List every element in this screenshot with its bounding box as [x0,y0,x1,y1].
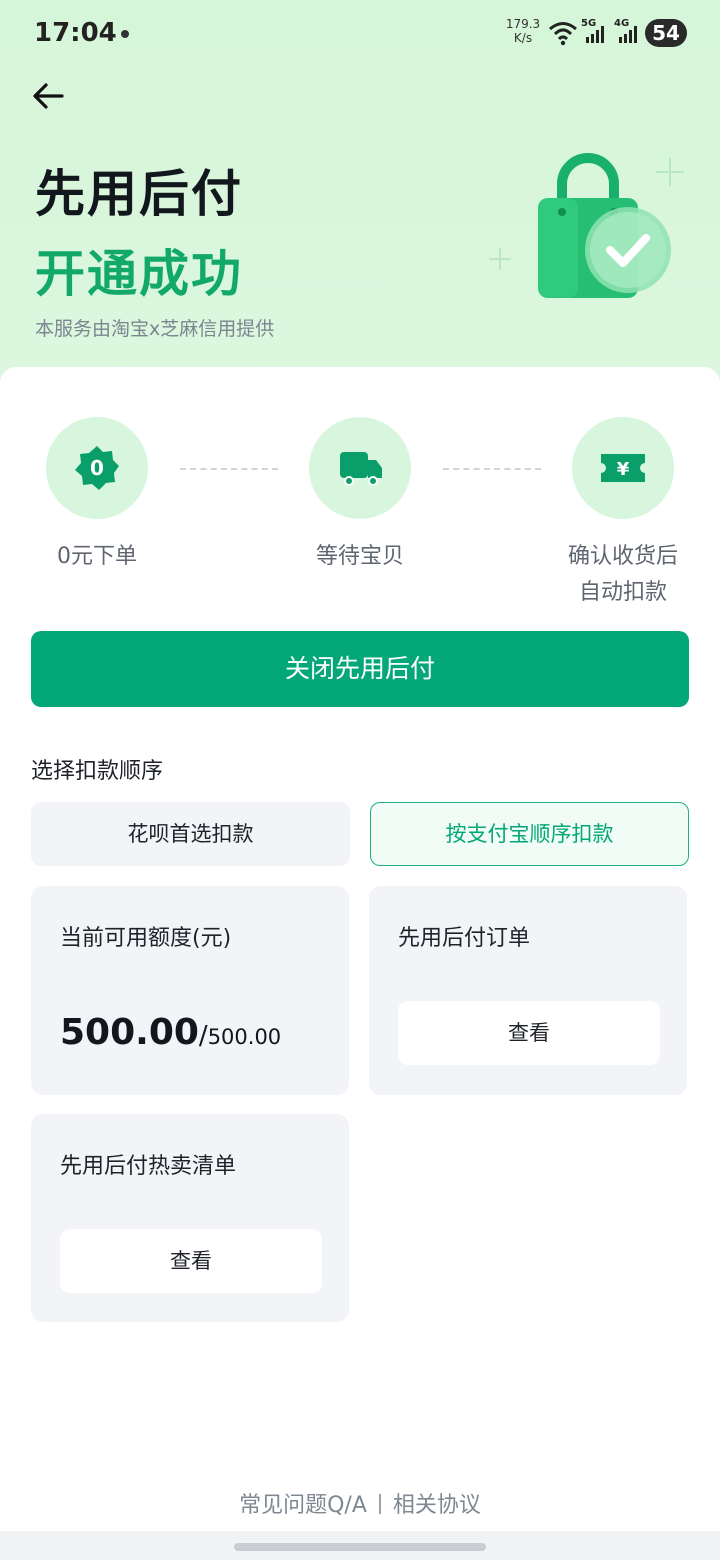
svg-text:0: 0 [90,456,104,480]
view-hot-list-button[interactable]: 查看 [60,1229,322,1293]
step-label: 确认收货后 自动扣款 [523,539,720,611]
page-title: 先用后付 [35,165,243,223]
footer-divider [378,1494,381,1514]
notification-dot-icon [121,30,129,38]
hot-list-title: 先用后付热卖清单 [60,1154,237,1179]
status-bar: 17:04 179.3 K/s 5G 4G 54 [0,0,720,66]
step-circle: ¥ [572,417,674,519]
network-speed-unit: K/s [513,31,533,45]
credit-current: 500.00 [60,1012,199,1053]
credit-separator: / [198,1021,208,1051]
orders-title: 先用后付订单 [398,926,531,951]
success-subtitle: 开通成功 [35,245,243,303]
step-label-line1: 确认收货后 [567,544,678,569]
service-provider-note: 本服务由淘宝x芝麻信用提供 [35,318,275,340]
signal-2-icon [619,26,637,43]
close-pay-later-button[interactable]: 关闭先用后付 [31,631,689,707]
shopping-bag-check-icon [489,153,684,298]
credit-title: 当前可用额度(元) [60,926,232,951]
svg-text:¥: ¥ [617,459,630,480]
step-label: 0元下单 [57,544,137,569]
step-wait-goods: 等待宝贝 [260,417,460,575]
content-card: 0 0元下单 等待宝贝 ¥ 确认收货后 自动扣款 关闭先用后付 选择扣款顺序 花… [0,367,720,1560]
deduction-order-title: 选择扣款顺序 [31,759,164,784]
truck-icon [340,452,382,486]
footer-links: 常见问题Q/A 相关协议 [0,1487,720,1519]
battery-icon: 54 [645,19,687,47]
option-alipay-order[interactable]: 按支付宝顺序扣款 [370,802,689,866]
agreement-link[interactable]: 相关协议 [393,1493,481,1518]
yen-ticket-icon: ¥ [601,454,645,482]
faq-link[interactable]: 常见问题Q/A [239,1493,367,1518]
view-orders-button[interactable]: 查看 [398,1001,660,1065]
orders-panel: 先用后付订单 查看 [369,886,687,1095]
step-circle: 0 [46,417,148,519]
step-auto-deduct: ¥ 确认收货后 自动扣款 [523,417,720,611]
step-circle [309,417,411,519]
network-speed-value: 179.3 [505,17,541,31]
credit-value: 500.00/500.00 [60,1012,281,1053]
credit-panel: 当前可用额度(元) 500.00/500.00 [31,886,349,1095]
step-zero-order: 0 0元下单 [0,417,197,575]
zero-badge-icon: 0 [75,446,119,490]
wifi-icon [549,22,577,46]
back-arrow-icon[interactable] [28,76,68,116]
status-time: 17:04 [34,18,117,48]
option-huabei-first[interactable]: 花呗首选扣款 [31,802,350,866]
network-speed: 179.3 K/s [503,17,543,45]
hot-list-panel: 先用后付热卖清单 查看 [31,1114,349,1322]
signal-1-icon [586,26,604,43]
credit-total: 500.00 [207,1025,282,1049]
home-indicator[interactable] [234,1543,486,1551]
step-label-line2: 自动扣款 [578,580,667,605]
step-label: 等待宝贝 [315,544,404,569]
